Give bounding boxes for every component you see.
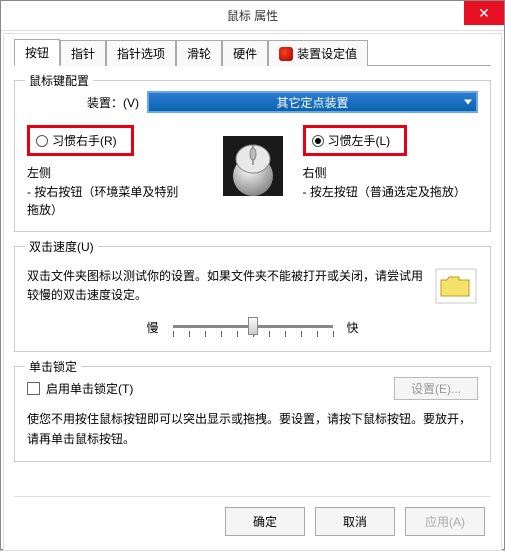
group-button-config: 鼠标键配置 装置：(V) 其它定点装置 习惯右手(R) 左侧 [14,80,491,232]
tab-label: 按钮 [25,44,49,61]
radio-label: 习惯左手(L) [328,132,391,149]
hand-row: 习惯右手(R) 左侧 - 按右按钮（环境菜单及特别拖放） [27,125,478,219]
tab-buttons[interactable]: 按钮 [14,39,60,66]
group-legend: 双击速度(U) [25,238,98,255]
slider-thumb[interactable] [248,317,258,335]
group-legend: 鼠标键配置 [25,72,93,89]
radio-label: 习惯右手(R) [52,132,117,149]
slider-tick [317,331,318,337]
tab-label: 装置设定值 [297,45,357,62]
slider-tick [237,331,238,337]
left-side-label: 左侧 [27,164,203,181]
button-label: 确定 [253,515,277,529]
folder-icon [435,268,477,304]
group-double-click: 双击速度(U) 双击文件夹图标以测试你的设置。如果文件夹不能被打开或关闭，请尝试… [14,246,491,352]
device-row: 装置：(V) 其它定点装置 [27,91,478,113]
tab-panel-buttons: 鼠标键配置 装置：(V) 其它定点装置 习惯右手(R) 左侧 [14,74,491,496]
folder-test-icon[interactable] [434,267,478,305]
slider-row: 慢 [27,315,478,339]
device-select-value: 其它定点装置 [276,94,348,111]
button-label: 取消 [343,515,367,529]
apply-button: 应用(A) [405,507,485,536]
tab-label: 硬件 [233,45,257,62]
slider-tick [333,331,334,337]
double-click-desc: 双击文件夹图标以测试你的设置。如果文件夹不能被打开或关闭，请尝试用较慢的双击速度… [27,267,434,305]
clicklock-label: 启用单击锁定(T) [46,380,133,397]
dialog-body: 按钮 指针 指针选项 滑轮 硬件 装置设定值 鼠标键配置 装置：(V) 其它定点… [3,33,502,551]
tab-pointer-options[interactable]: 指针选项 [106,40,176,66]
double-click-slider[interactable] [173,315,333,339]
clicklock-row: 启用单击锁定(T) 设置(E)... [27,377,478,400]
titlebar[interactable]: 鼠标 属性 ✕ [1,1,504,31]
tab-strip: 按钮 指针 指针选项 滑轮 硬件 装置设定值 [14,40,491,66]
fast-label: 快 [347,319,359,336]
mouse-illustration [213,125,293,201]
tab-label: 滑轮 [187,45,211,62]
device-label: 装置：(V) [87,94,139,111]
slider-tick [205,331,206,337]
tab-label: 指针选项 [117,45,165,62]
cancel-button[interactable]: 取消 [315,507,395,536]
slider-tick [189,331,190,337]
tab-hardware[interactable]: 硬件 [222,40,268,66]
slider-tick [221,331,222,337]
slider-tick [269,331,270,337]
device-select[interactable]: 其它定点装置 [147,91,478,113]
radio-icon [312,135,324,147]
group-click-lock: 单击锁定 启用单击锁定(T) 设置(E)... 使您不用按住鼠标按钮即可以突出显… [14,366,491,461]
tab-device-settings[interactable]: 装置设定值 [268,40,368,66]
clicklock-desc: 使您不用按住鼠标按钮即可以突出显示或拖拽。要设置，请按下鼠标按钮。要放开，请再单… [27,410,478,448]
button-label: 设置(E)... [411,382,461,396]
mouse-properties-dialog: 鼠标 属性 ✕ 按钮 指针 指针选项 滑轮 硬件 装置设定值 鼠标键配置 装置：… [0,0,505,550]
left-hand-column: 习惯左手(L) 右侧 - 按左按钮（普通选定及拖放） [303,125,479,201]
ok-button[interactable]: 确定 [225,507,305,536]
left-side-desc: - 按右按钮（环境菜单及特别拖放） [27,183,187,219]
slider-tick [301,331,302,337]
slider-tick [173,331,174,337]
radio-icon [36,135,48,147]
slider-tick [285,331,286,337]
close-icon: ✕ [478,5,490,22]
tab-wheel[interactable]: 滑轮 [176,40,222,66]
tab-pointer[interactable]: 指针 [60,40,106,66]
right-hand-column: 习惯右手(R) 左侧 - 按右按钮（环境菜单及特别拖放） [27,125,203,219]
mouse-icon [218,131,288,201]
chevron-down-icon [464,100,472,105]
window-title: 鼠标 属性 [227,7,278,24]
speed-row: 双击文件夹图标以测试你的设置。如果文件夹不能被打开或关闭，请尝试用较慢的双击速度… [27,267,478,305]
clicklock-checkbox[interactable] [27,382,40,395]
group-legend: 单击锁定 [25,358,81,375]
slow-label: 慢 [146,319,158,336]
dialog-footer: 确定 取消 应用(A) [14,496,491,540]
close-button[interactable]: ✕ [464,1,504,25]
radio-right-hand[interactable]: 习惯右手(R) [27,125,134,156]
radio-left-hand[interactable]: 习惯左手(L) [303,125,408,156]
synaptics-icon [279,47,293,61]
clicklock-settings-button: 设置(E)... [394,377,478,400]
tab-label: 指针 [71,45,95,62]
right-side-desc: - 按左按钮（普通选定及拖放） [303,183,463,201]
button-label: 应用(A) [425,515,465,529]
right-side-label: 右侧 [303,164,479,181]
